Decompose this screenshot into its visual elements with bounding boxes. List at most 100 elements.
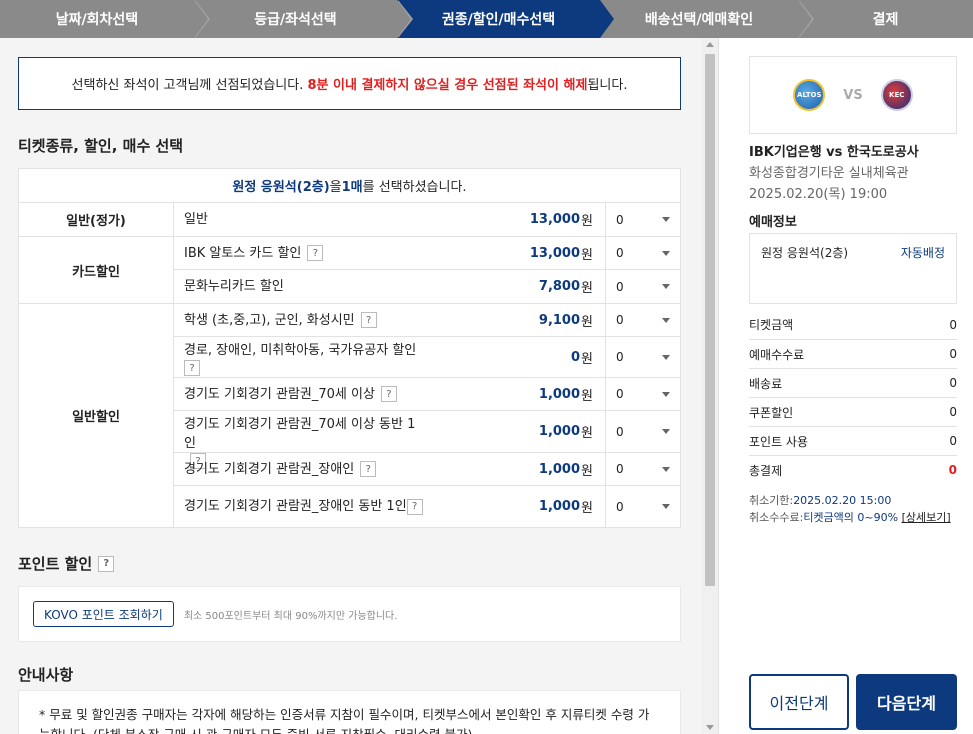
ticket-table: 원정 응원석(2층) 을 1매 를 선택하셨습니다. 일반(정가) 일반 13,00… <box>18 168 681 528</box>
help-icon[interactable]: ? <box>406 498 423 515</box>
ticket-summary: 원정 응원석(2층) 을 1매 를 선택하셨습니다. <box>19 169 680 203</box>
ticket-name: 경기도 기회경기 관람권_70세 이상 동반 1인 <box>184 417 416 451</box>
quantity-select[interactable]: 0 <box>606 453 680 485</box>
ticket-row: 경기도 기회경기 관람권_70세 이상? 1,000 원 0 <box>174 378 680 411</box>
chevron-down-icon <box>662 284 670 289</box>
summary-point: 포인트 사용 0 <box>749 426 957 455</box>
ticket-name: 경기도 기회경기 관람권_장애인 <box>184 461 355 477</box>
ticket-name: IBK 알토스 카드 할인 <box>184 245 302 261</box>
cancel-deadline: 취소기한:2025.02.20 15:00 <box>749 494 892 507</box>
ticket-row: 문화누리카드 할인 7,800 원 0 <box>174 270 680 303</box>
ticket-group-regular: 일반(정가) 일반 13,000 원 0 <box>19 203 680 237</box>
notice-text: 선택하신 좌석이 고객님께 선점되었습니다. 8분 이내 결제하지 않으실 경우… <box>71 78 628 93</box>
guide-box: * 무료 및 할인권종 구매자는 각자에 해당하는 인증서류 지참이 필수이며,… <box>18 690 681 734</box>
step-label: 권종/할인/매수선택 <box>441 12 556 28</box>
chevron-down-icon <box>662 504 670 509</box>
scroll-thumb[interactable] <box>705 54 715 586</box>
match-title: IBK기업은행 vs 한국도로공사 <box>749 145 919 160</box>
summary-coupon: 쿠폰할인 0 <box>749 397 957 426</box>
ticket-row: 경기도 기회경기 관람권_70세 이상 동반 1인? 1,000 원 0 <box>174 411 680 469</box>
match-logos: ALTOS VS KEC <box>749 56 957 134</box>
step-label: 결제 <box>872 12 899 28</box>
step-label: 등급/좌석선택 <box>254 12 337 28</box>
chevron-down-icon <box>662 317 670 323</box>
quantity-select[interactable]: 0 <box>606 203 680 236</box>
chevron-down-icon <box>662 466 670 472</box>
quantity-select[interactable]: 0 <box>606 378 680 410</box>
vs-label: VS <box>843 87 863 103</box>
cancel-detail-link[interactable]: [상세보기] <box>902 511 951 524</box>
ticket-row: 경기도 기회경기 관람권_장애인? 1,000 원 0 <box>174 453 680 486</box>
ticket-price: 1,000 <box>538 499 581 514</box>
quantity-select[interactable]: 0 <box>606 411 680 452</box>
ticket-group-card: 카드할인 IBK 알토스 카드 할인? 13,000 원 0 문화누리카드 할인 … <box>19 237 680 304</box>
quantity-select[interactable]: 0 <box>606 237 680 269</box>
seat-name: 원정 응원석(2층) <box>761 246 849 260</box>
help-icon[interactable]: ? <box>307 245 324 261</box>
ticket-name: 문화누리카드 할인 <box>184 279 284 294</box>
scroll-down-icon[interactable] <box>706 725 714 730</box>
chevron-down-icon <box>662 217 670 222</box>
help-icon[interactable]: ? <box>360 461 377 477</box>
help-icon[interactable]: ? <box>380 386 397 402</box>
ticket-name: 경기도 기회경기 관람권_장애인 동반 1인 <box>184 499 407 514</box>
main-content[interactable]: 선택하신 좌석이 고객님께 선점되었습니다. 8분 이내 결제하지 않으실 경우… <box>0 38 702 734</box>
step-label: 배송선택/예매확인 <box>644 12 754 28</box>
ticket-row: 경로, 장애인, 미취학아동, 국가유공자 할인? 0원 0 <box>174 337 680 378</box>
step-label: 날짜/회차선택 <box>55 12 139 28</box>
help-icon[interactable]: ? <box>98 555 115 572</box>
ticket-price: 13,000 <box>529 212 581 227</box>
ticket-name: 경기도 기회경기 관람권_70세 이상 <box>184 386 375 402</box>
quantity-select[interactable]: 0 <box>606 337 680 377</box>
summary-ticket-amount: 티켓금액 0 <box>749 317 957 333</box>
ticket-name: 일반 <box>184 212 208 227</box>
chevron-down-icon <box>662 354 670 360</box>
chevron-down-icon <box>662 391 670 397</box>
step-payment: 결제 <box>798 0 973 38</box>
help-icon[interactable]: ? <box>360 312 377 328</box>
point-box: KOVO 포인트 조회하기 최소 500포인트부터 최대 90%까지만 가능합니… <box>18 586 681 642</box>
match-date: 2025.02.20(목) 19:00 <box>749 187 888 202</box>
ticket-price: 7,800 <box>538 279 581 294</box>
summary-delivery-fee: 배송료 0 <box>749 368 957 397</box>
quantity-select[interactable]: 0 <box>606 304 680 336</box>
prev-step-button[interactable]: 이전단계 <box>749 674 849 730</box>
group-label: 카드할인 <box>19 237 174 303</box>
help-icon[interactable]: ? <box>184 360 200 376</box>
ticket-price: 13,000 <box>529 245 581 261</box>
step-bar: 날짜/회차선택 등급/좌석선택 권종/할인/매수선택 배송선택/예매확인 결제 <box>0 0 973 38</box>
seat-hold-notice: 선택하신 좌석이 고객님께 선점되었습니다. 8분 이내 결제하지 않으실 경우… <box>18 57 681 110</box>
ticket-name: 경로, 장애인, 미취학아동, 국가유공자 할인 <box>184 343 417 358</box>
summary-booking-fee: 예매수수료 0 <box>749 339 957 368</box>
ibk-logo: ALTOS <box>793 79 826 111</box>
point-note: 최소 500포인트부터 최대 90%까지만 가능합니다. <box>183 610 398 622</box>
summary-total: 총결제 0 <box>749 455 957 484</box>
point-section-title: 포인트 할인? <box>18 553 115 574</box>
scroll-up-icon[interactable] <box>706 42 714 47</box>
quantity-select[interactable]: 0 <box>606 270 680 303</box>
step-date: 날짜/회차선택 <box>0 0 210 38</box>
guide-text: * 무료 및 할인권종 구매자는 각자에 해당하는 인증서류 지참이 필수이며,… <box>39 707 650 734</box>
cancel-fee: 취소수수료:티켓금액의 0~90% [상세보기] <box>749 511 951 524</box>
ticket-price: 9,100 <box>538 312 581 328</box>
group-label: 일반할인 <box>19 304 174 527</box>
match-venue: 화성종합경기타운 실내체육관 <box>749 166 909 181</box>
ticket-row: 일반 13,000 원 0 <box>174 203 680 236</box>
ticket-section-title: 티켓종류, 할인, 매수 선택 <box>18 137 184 155</box>
scrollbar[interactable] <box>702 38 718 734</box>
kec-logo: KEC <box>880 79 913 111</box>
next-step-button[interactable]: 다음단계 <box>856 674 957 730</box>
ticket-name: 학생 (초,중,고), 군인, 화성시민 <box>184 312 355 328</box>
ticket-row: IBK 알토스 카드 할인? 13,000 원 0 <box>174 237 680 270</box>
quantity-select[interactable]: 0 <box>606 486 680 527</box>
ticket-group-discount: 일반할인 학생 (초,중,고), 군인, 화성시민? 9,100 원 0 경로, … <box>19 304 680 527</box>
ticket-row: 경기도 기회경기 관람권_장애인 동반 1인? 1,000 원 0 <box>174 486 680 527</box>
chevron-down-icon <box>662 429 670 434</box>
group-label: 일반(정가) <box>19 203 174 236</box>
kovo-point-button[interactable]: KOVO 포인트 조회하기 <box>33 601 174 627</box>
seat-info-box: 원정 응원석(2층) 자동배정 <box>749 233 957 304</box>
step-delivery: 배송선택/예매확인 <box>600 0 814 38</box>
ticket-price: 0 <box>570 349 581 365</box>
ticket-price: 1,000 <box>538 386 581 402</box>
guide-section-title: 안내사항 <box>18 666 74 684</box>
